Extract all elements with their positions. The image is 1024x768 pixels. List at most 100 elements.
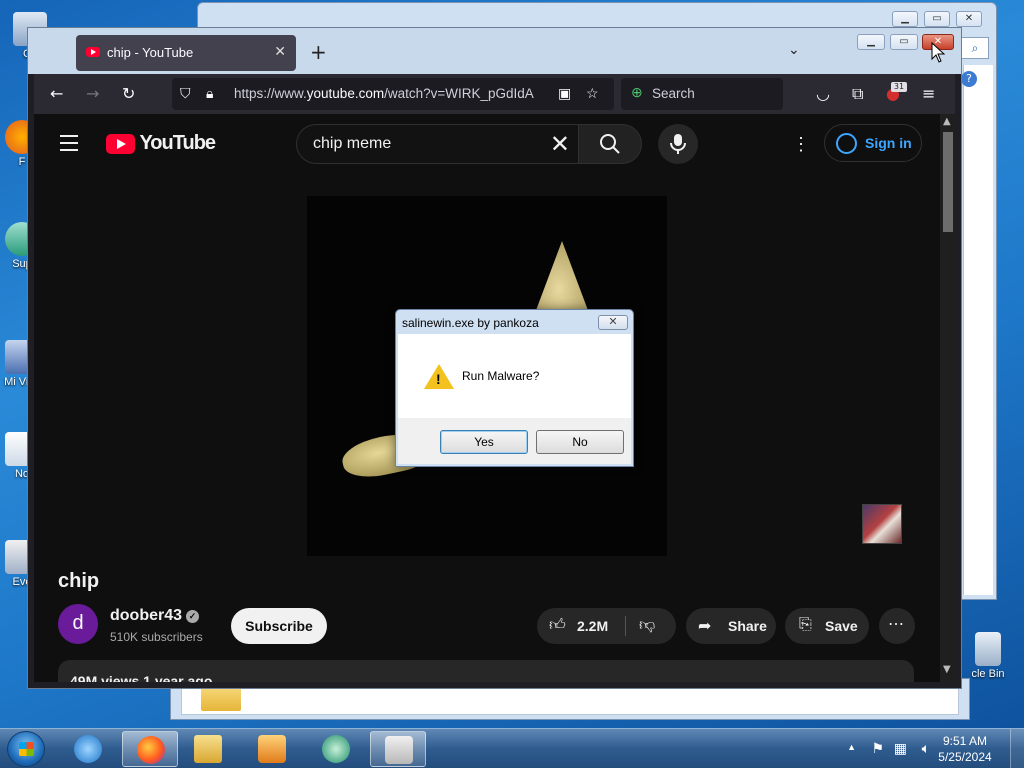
list-all-tabs-button[interactable]: ⌄ [788,42,800,58]
taskbar-app[interactable] [308,731,364,767]
lock-icon[interactable]: 🔒︎ [206,85,213,102]
new-tab-button[interactable]: + [310,42,327,62]
pocket-icon[interactable]: ◡ [816,84,830,103]
taskbar: ▲ ⚑ ▦ 🔈︎ 9:51 AM 5/25/2024 [0,728,1024,768]
clock-time[interactable]: 9:51 AM [930,734,1000,748]
extensions-icon[interactable]: ⧉ [852,84,863,104]
like-divider [625,616,626,636]
subscribe-button[interactable]: Subscribe [231,608,327,644]
sign-in-button[interactable]: Sign in [824,124,922,162]
share-label: Share [728,618,767,634]
taskbar-salinewin[interactable] [370,731,426,767]
reader-view-icon[interactable]: ▣ [558,85,571,102]
channel-avatar[interactable]: d [58,604,98,644]
url-text: https://www.youtube.com/watch?v=WIRK_pGd… [234,86,534,101]
video-thumbnail[interactable] [862,504,902,544]
thumbs-up-icon[interactable]: 👍︎ [549,616,566,635]
guide-menu-icon[interactable] [60,135,78,156]
desktop-icon-label: cle Bin [971,668,1005,680]
dialog-message: Run Malware? [462,369,540,383]
volume-muted-icon[interactable]: 🔈︎ [922,740,930,757]
maximize-button[interactable]: ▭ [924,11,950,27]
channel-name-row[interactable]: doober43 ✓ [110,607,200,625]
dialog-title: salinewin.exe by pankoza [402,316,539,330]
program-icon [385,736,413,764]
clock-date[interactable]: 5/25/2024 [930,750,1000,764]
sign-in-label: Sign in [865,135,912,151]
message-dialog: salinewin.exe by pankoza ✕ ! Run Malware… [395,309,634,467]
search-icon[interactable]: ⌕ [961,37,989,59]
shield-icon[interactable]: ⛉ [180,85,191,102]
share-button[interactable]: ➦ Share [686,608,776,644]
mouse-cursor-icon [931,42,946,63]
taskbar-firefox[interactable] [122,731,178,767]
scrollbar-thumb[interactable] [943,132,953,232]
close-button[interactable]: ✕ [956,11,982,27]
page-scrollbar[interactable]: ▲ ▼ [940,114,956,682]
network-icon[interactable]: ▦ [894,740,907,757]
warning-icon: ! [424,364,454,389]
start-button[interactable] [7,731,45,767]
tab-close-icon[interactable]: ✕ [274,43,286,60]
like-count[interactable]: 2.2M [577,618,608,634]
action-center-flag-icon[interactable]: ⚑ [871,740,884,757]
yes-button[interactable]: Yes [440,430,528,454]
firefox-icon [137,736,165,764]
show-hidden-icons-icon[interactable]: ▲ [847,742,856,752]
minimize-button[interactable]: ▁ [857,34,885,50]
desktop-icon-recycle-bin[interactable]: cle Bin [958,632,1018,680]
like-dislike-group: 👍︎ 2.2M 👎︎ [537,608,676,644]
app-icon [322,735,350,763]
tab-title: chip - YouTube [107,45,194,60]
channel-name[interactable]: doober43 [110,607,182,624]
scroll-down-arrow-icon[interactable]: ▼ [943,664,951,675]
maximize-button[interactable]: ▭ [890,34,918,50]
dialog-footer: Yes No [398,418,631,464]
youtube-favicon-icon [86,47,100,57]
settings-kebab-icon[interactable]: ⋮ [792,134,810,155]
help-icon[interactable]: ? [961,71,977,87]
youtube-logo[interactable]: YouTube [106,132,216,155]
search-query: chip meme [313,135,392,152]
show-desktop-button[interactable] [1010,729,1024,768]
taskbar-internet-explorer[interactable] [60,731,116,767]
no-button[interactable]: No [536,430,624,454]
url-bar[interactable]: ⛉ 🔒︎ https://www.youtube.com/watch?v=WIR… [172,78,614,110]
search-button[interactable] [578,124,642,164]
taskbar-media-player[interactable] [244,731,300,767]
more-actions-button[interactable]: ⋯ [879,608,915,644]
bookmark-star-icon[interactable]: ☆ [586,85,599,102]
folder-icon [194,735,222,763]
clear-search-icon[interactable]: ✕ [550,130,570,159]
desktop-icon-label: F [18,156,26,168]
search-engine-icon: ⊕ [631,84,643,100]
media-player-icon [258,735,286,763]
thumbs-down-icon[interactable]: 👎︎ [639,616,655,635]
taskbar-file-explorer[interactable] [180,731,236,767]
search-input[interactable]: chip meme ✕ [296,124,578,164]
recycle-bin-icon [975,632,1001,666]
menu-icon[interactable]: ≡ [922,84,935,103]
search-placeholder: Search [652,86,695,101]
dialog-content: ! Run Malware? [398,334,631,418]
save-label: Save [825,618,858,634]
dialog-close-button[interactable]: ✕ [598,315,628,330]
minimize-button[interactable]: ▁ [892,11,918,27]
voice-search-button[interactable] [658,124,698,164]
explorer-content [963,65,993,595]
microphone-icon [670,134,686,154]
search-bar[interactable]: ⊕ Search [621,78,783,110]
views-and-date: 49M views 1 year ago [70,673,213,682]
forward-arrow-icon[interactable]: → [86,84,99,103]
save-button[interactable]: ⎘ Save [785,608,869,644]
scroll-up-arrow-icon[interactable]: ▲ [943,116,951,127]
video-title: chip [58,570,100,592]
tab-youtube[interactable]: chip - YouTube ✕ [76,35,296,71]
back-arrow-icon[interactable]: ← [50,84,63,103]
folder-icon[interactable] [201,687,241,711]
reload-icon[interactable]: ↻ [122,84,135,103]
system-tray: ▲ ⚑ ▦ 🔈︎ 9:51 AM 5/25/2024 [824,729,1024,768]
description-box[interactable]: 49M views 1 year ago [58,660,914,682]
youtube-play-icon [106,133,135,154]
bookmark-icon: ⎘ [799,616,812,633]
